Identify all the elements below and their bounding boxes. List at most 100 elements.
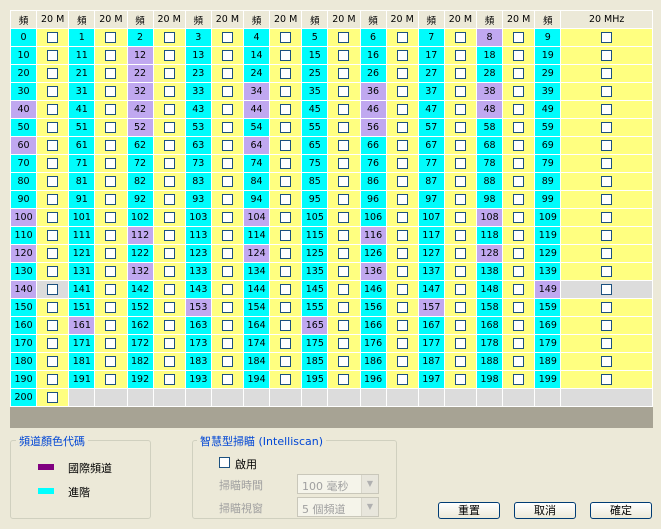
channel-checkbox[interactable] [338, 266, 350, 277]
channel-checkbox[interactable] [454, 302, 466, 313]
channel-checkbox[interactable] [47, 230, 59, 241]
channel-checkbox[interactable] [601, 122, 613, 133]
channel-checkbox[interactable] [396, 104, 408, 115]
channel-checkbox[interactable] [47, 104, 59, 115]
channel-checkbox[interactable] [601, 248, 613, 259]
scan-time-select[interactable]: 100 毫秒 ▼ [297, 474, 379, 494]
channel-checkbox[interactable] [163, 140, 175, 151]
channel-checkbox[interactable] [105, 230, 117, 241]
channel-checkbox[interactable] [396, 320, 408, 331]
channel-checkbox[interactable] [513, 248, 525, 259]
channel-checkbox[interactable] [396, 68, 408, 79]
channel-checkbox[interactable] [338, 302, 350, 313]
channel-checkbox[interactable] [280, 356, 292, 367]
channel-checkbox[interactable] [454, 320, 466, 331]
channel-checkbox[interactable] [513, 104, 525, 115]
channel-checkbox[interactable] [280, 320, 292, 331]
channel-checkbox[interactable] [396, 374, 408, 385]
channel-checkbox[interactable] [105, 302, 117, 313]
channel-checkbox[interactable] [163, 104, 175, 115]
bandwidth-column-header[interactable]: 20 M [443, 10, 478, 29]
channel-checkbox[interactable] [163, 338, 175, 349]
channel-checkbox[interactable] [280, 302, 292, 313]
channel-checkbox[interactable] [338, 68, 350, 79]
channel-checkbox[interactable] [280, 266, 292, 277]
channel-checkbox[interactable] [396, 158, 408, 169]
channel-checkbox[interactable] [163, 32, 175, 43]
channel-checkbox[interactable] [601, 302, 613, 313]
channel-checkbox[interactable] [105, 104, 117, 115]
channel-checkbox[interactable] [601, 266, 613, 277]
channel-checkbox[interactable] [601, 230, 613, 241]
channel-checkbox[interactable] [454, 194, 466, 205]
channel-checkbox[interactable] [47, 392, 59, 403]
channel-checkbox[interactable] [163, 302, 175, 313]
channel-checkbox[interactable] [454, 122, 466, 133]
channel-checkbox[interactable] [105, 356, 117, 367]
channel-checkbox[interactable] [338, 320, 350, 331]
channel-checkbox[interactable] [105, 68, 117, 79]
channel-column-header[interactable]: 頻 [126, 10, 154, 29]
channel-checkbox[interactable] [47, 374, 59, 385]
channel-checkbox[interactable] [601, 86, 613, 97]
channel-checkbox[interactable] [396, 212, 408, 223]
channel-checkbox[interactable] [338, 356, 350, 367]
channel-column-header[interactable]: 頻 [242, 10, 271, 29]
channel-checkbox[interactable] [513, 356, 525, 367]
channel-checkbox[interactable] [221, 212, 233, 223]
channel-checkbox[interactable] [280, 122, 292, 133]
channel-checkbox[interactable] [221, 302, 233, 313]
channel-checkbox[interactable] [47, 356, 59, 367]
channel-checkbox[interactable] [601, 50, 613, 61]
channel-checkbox[interactable] [513, 302, 525, 313]
channel-checkbox[interactable] [280, 68, 292, 79]
channel-checkbox[interactable] [163, 284, 175, 295]
channel-checkbox[interactable] [454, 212, 466, 223]
channel-checkbox[interactable] [338, 248, 350, 259]
channel-checkbox[interactable] [513, 140, 525, 151]
channel-checkbox[interactable] [163, 176, 175, 187]
channel-checkbox[interactable] [280, 140, 292, 151]
channel-checkbox[interactable] [338, 284, 350, 295]
channel-checkbox[interactable] [601, 212, 613, 223]
channel-checkbox[interactable] [396, 32, 408, 43]
channel-checkbox[interactable] [280, 104, 292, 115]
channel-checkbox[interactable] [280, 284, 292, 295]
channel-checkbox[interactable] [221, 158, 233, 169]
channel-checkbox[interactable] [454, 50, 466, 61]
channel-checkbox[interactable] [163, 68, 175, 79]
channel-checkbox[interactable] [221, 374, 233, 385]
channel-checkbox[interactable] [454, 248, 466, 259]
channel-checkbox[interactable] [454, 104, 466, 115]
channel-checkbox[interactable] [513, 212, 525, 223]
channel-column-header[interactable]: 頻 [475, 10, 504, 29]
channel-checkbox[interactable] [396, 248, 408, 259]
channel-checkbox[interactable] [601, 194, 613, 205]
channel-checkbox[interactable] [280, 86, 292, 97]
channel-checkbox[interactable] [513, 320, 525, 331]
intelliscan-enable-checkbox[interactable] [219, 457, 230, 468]
channel-checkbox[interactable] [338, 140, 350, 151]
channel-column-header[interactable]: 頻 [68, 10, 96, 29]
channel-checkbox[interactable] [105, 176, 117, 187]
channel-checkbox[interactable] [105, 50, 117, 61]
channel-checkbox[interactable] [221, 284, 233, 295]
channel-checkbox[interactable] [338, 50, 350, 61]
channel-checkbox[interactable] [396, 86, 408, 97]
channel-checkbox[interactable] [47, 86, 59, 97]
channel-checkbox[interactable] [47, 176, 59, 187]
channel-checkbox[interactable] [105, 32, 117, 43]
channel-checkbox[interactable] [601, 338, 613, 349]
channel-checkbox[interactable] [513, 86, 525, 97]
channel-checkbox[interactable] [163, 50, 175, 61]
channel-checkbox[interactable] [396, 356, 408, 367]
channel-checkbox[interactable] [163, 374, 175, 385]
channel-checkbox[interactable] [105, 122, 117, 133]
channel-column-header[interactable]: 頻 [301, 10, 329, 29]
channel-checkbox[interactable] [513, 338, 525, 349]
channel-checkbox[interactable] [47, 158, 59, 169]
channel-checkbox[interactable] [47, 212, 59, 223]
channel-checkbox[interactable] [105, 86, 117, 97]
channel-checkbox[interactable] [163, 86, 175, 97]
channel-checkbox[interactable] [280, 212, 292, 223]
